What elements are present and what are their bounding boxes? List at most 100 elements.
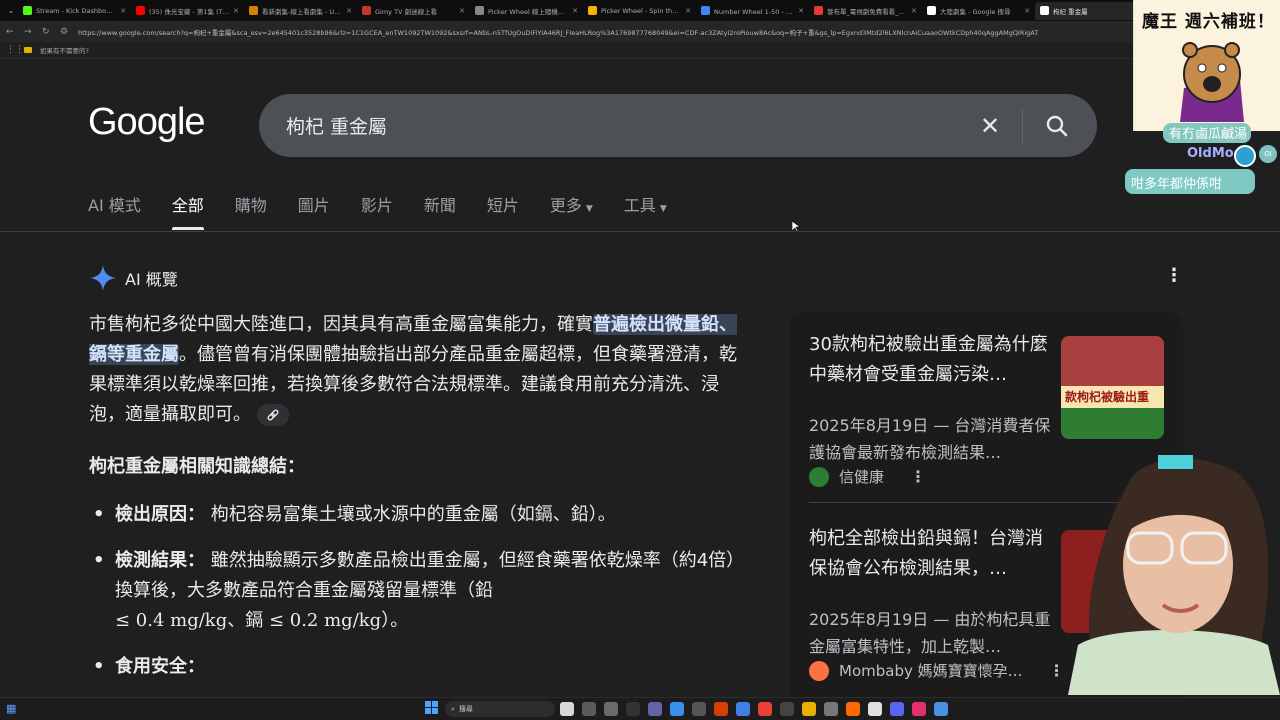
- tab-close-icon[interactable]: ✕: [1024, 7, 1030, 15]
- search-icon[interactable]: [1037, 106, 1077, 146]
- search-tab[interactable]: 圖片: [298, 192, 330, 230]
- browser-tab[interactable]: Number Wheel 1-50 - 隨機生 ✕: [696, 2, 809, 20]
- taskbar-app-icon[interactable]: [736, 702, 750, 716]
- widgets-icon[interactable]: ▦: [6, 702, 20, 716]
- search-tab[interactable]: 影片: [361, 192, 393, 230]
- search-tab-label: AI 模式: [88, 196, 141, 215]
- search-tab[interactable]: 全部: [171, 192, 204, 230]
- bullet-label: 檢出原因：: [115, 504, 205, 525]
- tab-favicon-icon: [927, 6, 936, 15]
- taskbar-app-icon[interactable]: [604, 702, 618, 716]
- tab-close-icon[interactable]: ✕: [911, 7, 917, 15]
- taskbar-app-icon[interactable]: [824, 702, 838, 716]
- stream-title: 魔王 週六補班！: [1142, 12, 1275, 32]
- browser-tab[interactable]: 枸杞 重金屬✕: [1035, 1, 1148, 20]
- taskbar-search[interactable]: ⌕ 搜尋: [445, 701, 555, 717]
- taskbar-app-icon[interactable]: [626, 702, 640, 716]
- source-icon: [809, 660, 829, 681]
- card-more-icon[interactable]: ⋮: [1049, 661, 1065, 680]
- taskbar-app-icon[interactable]: [934, 702, 948, 716]
- search-tab[interactable]: AI 模式: [88, 192, 141, 230]
- caret-down-icon: ▼: [659, 204, 667, 214]
- source-name: 信健康: [839, 468, 885, 486]
- card-desc: 2025年8月19日 — 台灣消費者保護協會最新發布檢測結果…: [809, 416, 1051, 462]
- taskbar-app-icon[interactable]: [758, 702, 772, 716]
- browser-tab[interactable]: (35) 侏光宝藏 - 第1集 (The G ✕: [131, 2, 244, 20]
- tab-title: 發布單_電視劇免費看看_電視: [827, 7, 908, 16]
- tab-close-icon[interactable]: ✕: [572, 7, 578, 15]
- tab-close-icon[interactable]: ✕: [233, 7, 239, 15]
- card-thumbnail[interactable]: 款枸杞被驗出重: [1061, 336, 1164, 439]
- taskbar-app-icon[interactable]: [912, 702, 926, 716]
- windows-start-icon[interactable]: [425, 701, 439, 715]
- taskbar-app-icon[interactable]: [648, 702, 662, 716]
- taskbar-app-icon[interactable]: [692, 702, 706, 716]
- tab-close-icon[interactable]: ✕: [459, 7, 465, 15]
- tab-title: 看新劇集-線上看劇集 - UBVID: [262, 7, 343, 16]
- taskbar-app-icon[interactable]: [582, 702, 596, 716]
- tab-title: Picker Wheel 線上隨機選擇器: [488, 7, 568, 16]
- ai-overview-title: AI 概覽: [125, 270, 178, 289]
- taskbar-app-icon[interactable]: [868, 702, 882, 716]
- tab-close-icon[interactable]: ✕: [798, 7, 804, 15]
- link-icon[interactable]: [257, 404, 289, 426]
- search-tab-label: 圖片: [297, 196, 330, 215]
- forward-icon[interactable]: →: [24, 27, 34, 37]
- summary-list: 檢出原因： 枸杞容易富集土壤或水源中的重金屬（如鎘、鉛）。 檢測結果： 雖然抽驗…: [89, 500, 739, 698]
- caret-down-icon: ▼: [585, 204, 593, 214]
- search-tab[interactable]: 新聞: [424, 192, 456, 230]
- taskbar-app-icon[interactable]: [802, 702, 816, 716]
- taskbar-app-icon[interactable]: [890, 702, 904, 716]
- search-input[interactable]: 枸杞 重金屬: [286, 112, 972, 139]
- browser-tab[interactable]: Stream - Kick Dashboard ✕: [18, 2, 131, 20]
- search-divider: [1022, 107, 1023, 144]
- tab-title: Stream - Kick Dashboard: [36, 6, 117, 15]
- browser-tab[interactable]: 大陸劇集 - Google 搜尋 ✕: [922, 2, 1035, 20]
- card-title[interactable]: 30款枸杞被驗出重金屬為什麼中藥材會受重金屬污染…: [809, 330, 1054, 390]
- tab-close-icon[interactable]: ✕: [685, 7, 691, 15]
- card-title[interactable]: 枸杞全部檢出鉛與鎘！台灣消保協會公布檢測結果，…: [809, 524, 1054, 584]
- apps-icon[interactable]: ⋮⋮: [6, 45, 24, 55]
- search-tab[interactable]: 短片: [487, 192, 519, 230]
- google-logo[interactable]: Google: [88, 101, 206, 144]
- clear-icon[interactable]: ✕: [972, 112, 1008, 140]
- taskbar-app-icon[interactable]: [846, 702, 860, 716]
- browser-tab[interactable]: Gimy TV 劇迷線上看 ✕: [357, 2, 470, 20]
- tab-close-icon[interactable]: ✕: [120, 7, 126, 15]
- taskbar-app-icon[interactable]: [780, 702, 794, 716]
- taskbar-app-icon[interactable]: [560, 702, 574, 716]
- card-source[interactable]: Mombaby 媽媽寶寶懷孕… ⋮: [809, 660, 1065, 681]
- tab-favicon-icon: [814, 6, 823, 15]
- bullet-label: 檢測結果：: [115, 550, 205, 571]
- tab-favicon-icon: [588, 6, 597, 15]
- bookmark-item[interactable]: 如果有不需要的?: [40, 45, 89, 55]
- gemini-sparkle-icon: [90, 265, 116, 291]
- summary-heading: 枸杞重金屬相關知識總結：: [89, 456, 305, 477]
- browser-tab[interactable]: Picker Wheel - Spin the Whe ✕: [583, 2, 696, 20]
- site-info-icon[interactable]: ⚙: [60, 27, 70, 37]
- taskbar-app-icon[interactable]: [714, 702, 728, 716]
- tab-title: (35) 侏光宝藏 - 第1集 (The G: [149, 7, 230, 16]
- more-options-icon[interactable]: ⋮: [1165, 265, 1183, 286]
- search-tab[interactable]: 更多 ▼: [550, 192, 593, 230]
- ai-overview-text: 市售枸杞多從中國大陸進口，因其具有高重金屬富集能力，確實普遍檢出微量鉛、鎘等重金…: [89, 310, 739, 430]
- tab-close-icon[interactable]: ✕: [346, 7, 352, 15]
- reload-icon[interactable]: ↻: [42, 27, 52, 37]
- card-source[interactable]: 信健康 ⋮: [809, 466, 926, 487]
- tab-title: Number Wheel 1-50 - 隨機生: [714, 7, 794, 16]
- back-icon[interactable]: ←: [6, 27, 16, 37]
- url-field[interactable]: https://www.google.com/search?q=枸杞+重金屬&s…: [78, 27, 1178, 37]
- taskbar-app-icon[interactable]: [670, 702, 684, 716]
- browser-tab[interactable]: Picker Wheel 線上隨機選擇器 ✕: [470, 2, 583, 20]
- card-more-icon[interactable]: ⋮: [910, 467, 926, 486]
- search-box[interactable]: 枸杞 重金屬 ✕: [259, 94, 1097, 157]
- bullet-label: 食用安全：: [115, 656, 205, 677]
- search-tab[interactable]: 購物: [235, 192, 267, 230]
- search-tab-label: 更多: [549, 196, 582, 215]
- browser-tab[interactable]: 發布單_電視劇免費看看_電視 ✕: [809, 2, 922, 20]
- tab-favicon-icon: [362, 6, 371, 15]
- search-tab[interactable]: 工具 ▼: [624, 192, 667, 230]
- chat-badge: OI: [1259, 145, 1277, 163]
- tab-search-icon[interactable]: ⌄: [4, 4, 18, 18]
- browser-tab[interactable]: 看新劇集-線上看劇集 - UBVID ✕: [244, 2, 357, 20]
